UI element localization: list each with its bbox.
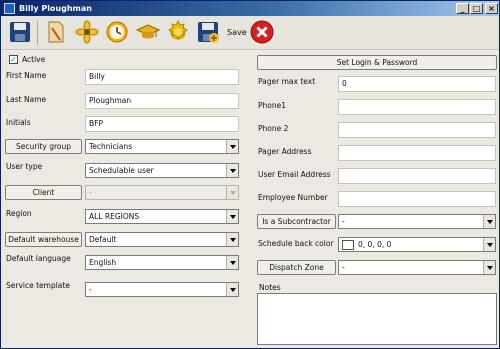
notes-textarea[interactable] (257, 293, 497, 345)
schedule-back-color-select[interactable]: 0, 0, 0, 0 (338, 237, 496, 252)
active-label: Active (22, 55, 46, 64)
region-value: ALL REGIONS (89, 212, 140, 221)
schedule-back-color-label: Schedule back color (258, 239, 334, 248)
flower-icon[interactable] (74, 19, 100, 45)
form-area: ✓ Active First Name Billy Last Name Plou… (1, 51, 499, 348)
service-template-value: - (89, 285, 92, 294)
security-group-value: Technicians (89, 142, 133, 151)
dispatch-zone-value: - (342, 263, 345, 272)
user-type-value: Schedulable user (89, 166, 154, 175)
pager-max-text-label: Pager max text (258, 77, 316, 86)
user-editor-window: Billy Ploughman _ □ × Save ✓ Active Firs… (0, 0, 500, 349)
region-select[interactable]: ALL REGIONS (85, 209, 239, 224)
employee-number-label: Employee Number (258, 193, 328, 202)
client-select: - (85, 185, 239, 200)
window-title: Billy Ploughman (19, 4, 92, 13)
subcontractor-select[interactable]: - (338, 214, 496, 229)
chevron-down-icon[interactable] (226, 140, 238, 153)
security-group-button[interactable]: Security group (5, 139, 82, 154)
document-icon[interactable] (43, 19, 69, 45)
default-language-value: English (89, 258, 117, 267)
pager-address-label: Pager Address (258, 147, 312, 156)
initials-label: Initials (6, 118, 31, 127)
subcontractor-value: - (342, 217, 345, 226)
region-label: Region (6, 209, 32, 218)
chevron-down-icon[interactable] (483, 261, 495, 274)
default-warehouse-button[interactable]: Default warehouse (5, 232, 82, 247)
color-swatch (342, 240, 354, 250)
employee-number-input[interactable] (338, 191, 496, 207)
user-type-select[interactable]: Schedulable user (85, 163, 239, 178)
chevron-down-icon (226, 186, 238, 199)
default-language-select[interactable]: English (85, 255, 239, 270)
pager-max-text-input[interactable]: 0 (338, 76, 496, 92)
chevron-down-icon[interactable] (483, 215, 495, 228)
phone1-input[interactable] (338, 99, 496, 115)
close-window-button[interactable]: × (485, 3, 498, 14)
dispatch-zone-button[interactable]: Dispatch Zone (257, 260, 336, 275)
service-template-select[interactable]: - (85, 282, 239, 297)
maximize-button[interactable]: □ (470, 3, 483, 14)
first-name-label: First Name (6, 71, 47, 80)
toolbar-separator (37, 21, 38, 45)
chevron-down-icon[interactable] (226, 256, 238, 269)
chevron-down-icon[interactable] (226, 233, 238, 246)
save-new-icon[interactable] (195, 19, 221, 45)
award-badge-icon[interactable] (165, 19, 191, 45)
default-language-label: Default language (6, 254, 71, 263)
security-group-select[interactable]: Technicians (85, 139, 239, 154)
service-template-label: Service template (6, 281, 70, 290)
clock-icon[interactable] (104, 19, 130, 45)
phone2-input[interactable] (338, 122, 496, 138)
default-warehouse-value: Default (89, 235, 117, 244)
save-disk-icon[interactable] (7, 19, 33, 45)
chevron-down-icon[interactable] (226, 210, 238, 223)
client-button[interactable]: Client (5, 185, 82, 200)
cancel-x-icon[interactable] (249, 19, 275, 45)
save-label[interactable]: Save (227, 28, 247, 37)
chevron-down-icon[interactable] (226, 283, 238, 296)
active-checkbox[interactable]: ✓ (9, 55, 18, 64)
default-warehouse-select[interactable]: Default (85, 232, 239, 247)
user-email-input[interactable] (338, 168, 496, 184)
phone1-label: Phone1 (258, 101, 287, 110)
pager-address-input[interactable] (338, 145, 496, 161)
last-name-label: Last Name (6, 95, 47, 104)
client-value: - (89, 188, 92, 197)
chevron-down-icon[interactable] (226, 164, 238, 177)
app-icon (4, 3, 15, 14)
schedule-back-color-value: 0, 0, 0, 0 (358, 240, 392, 249)
toolbar: Save (1, 16, 499, 50)
last-name-input[interactable]: Ploughman (85, 93, 239, 109)
chevron-down-icon[interactable] (483, 238, 495, 251)
user-email-label: User Email Address (258, 170, 331, 179)
subcontractor-button[interactable]: Is a Subcontractor (257, 214, 336, 229)
first-name-input[interactable]: Billy (85, 69, 239, 85)
title-bar: Billy Ploughman _ □ × (1, 1, 499, 16)
dispatch-zone-select[interactable]: - (338, 260, 496, 275)
graduation-cap-icon[interactable] (135, 19, 161, 45)
user-type-label: User type (6, 162, 43, 171)
phone2-label: Phone 2 (258, 124, 289, 133)
set-login-password-button[interactable]: Set Login & Password (257, 55, 497, 70)
initials-input[interactable]: BFP (85, 116, 239, 132)
notes-label: Notes (259, 283, 281, 292)
minimize-button[interactable]: _ (456, 3, 469, 14)
